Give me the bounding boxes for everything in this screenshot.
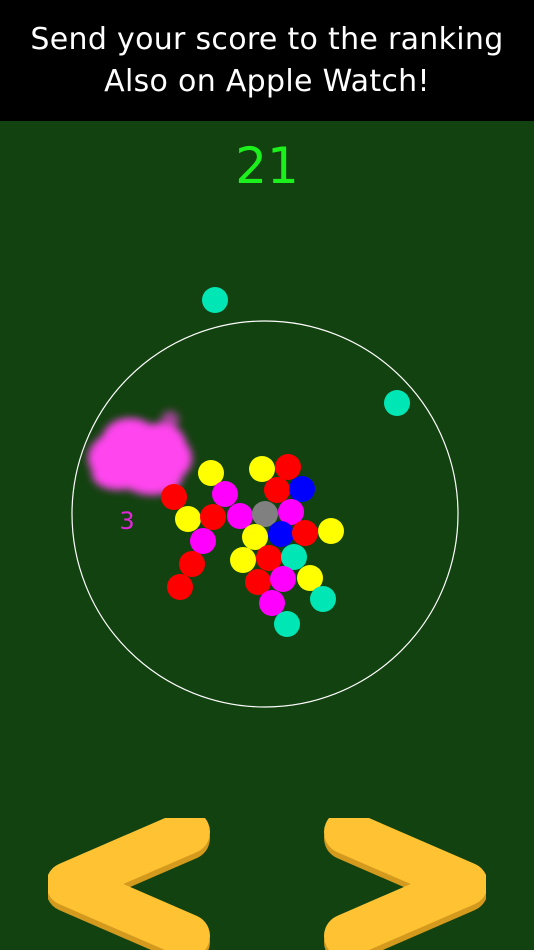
ball-red [200,504,226,530]
left-arrow-button[interactable] [48,818,220,950]
ball-teal [310,586,336,612]
ball-red [275,454,301,480]
combo-count: 3 [119,507,134,535]
ball-magenta [259,590,285,616]
ball-cluster [161,454,344,637]
ball-magenta [190,528,216,554]
ball-blue [289,476,315,502]
game-board: 3 [71,287,459,708]
ball-red [161,484,187,510]
ball-teal [274,611,300,637]
ball-yellow [175,506,201,532]
right-arrow-button[interactable] [314,818,486,950]
ball-yellow [318,518,344,544]
ball-magenta [227,503,253,529]
ball-red [264,477,290,503]
ball-blue [268,521,294,547]
incoming-ball-teal [202,287,228,313]
ball-yellow [249,456,275,482]
ball-red [292,520,318,546]
ball-red [179,551,205,577]
ball-magenta [270,566,296,592]
ball-yellow [230,547,256,573]
ball-red [167,574,193,600]
ball-magenta [212,481,238,507]
ball-teal [281,544,307,570]
pop-splash [88,411,192,495]
incoming-ball-teal [384,390,410,416]
